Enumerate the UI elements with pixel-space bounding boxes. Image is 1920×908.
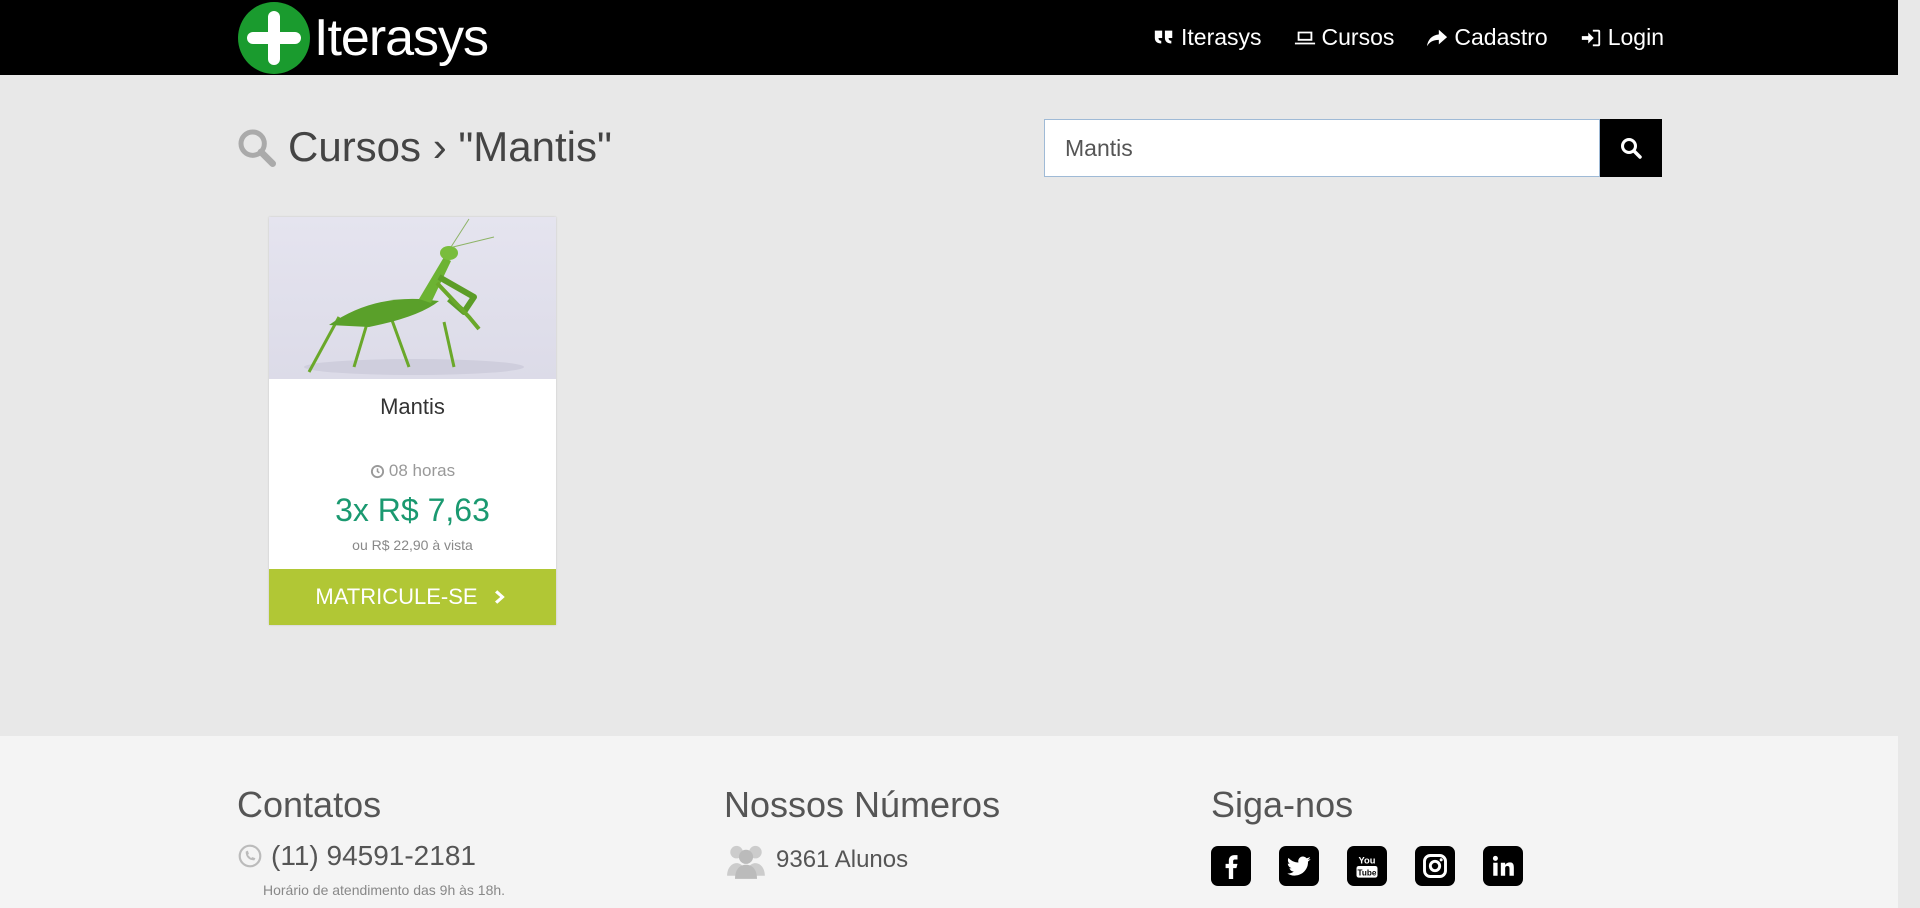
nav-item-label: Cadastro xyxy=(1454,24,1548,50)
laptop-icon xyxy=(1294,31,1315,44)
footer-social-heading: Siga-nos xyxy=(1211,784,1354,825)
search-button[interactable] xyxy=(1600,119,1662,177)
search-bar xyxy=(1044,119,1662,177)
footer-social: Siga-nos You Tube xyxy=(1211,784,1523,886)
course-cash-price: ou R$ 22,90 à vista xyxy=(352,537,473,553)
logo-cross-icon xyxy=(238,2,310,74)
footer-students: 9361 Alunos xyxy=(724,840,1000,880)
clock-icon xyxy=(370,464,384,478)
main-nav: Iterasys Cursos Cadastro Login xyxy=(1153,0,1664,75)
svg-text:Tube: Tube xyxy=(1358,868,1377,877)
footer-phone[interactable]: (11) 94591-2181 xyxy=(237,840,505,872)
logo[interactable]: Iterasys xyxy=(238,2,489,74)
quote-icon xyxy=(1154,30,1173,43)
svg-text:You: You xyxy=(1359,856,1376,866)
nav-item-login[interactable]: Login xyxy=(1580,24,1664,51)
page-title-text: Cursos › "Mantis" xyxy=(288,123,612,170)
footer-hours: Horário de atendimento das 9h às 18h. xyxy=(263,882,506,898)
nav-item-cursos[interactable]: Cursos xyxy=(1294,24,1395,51)
enroll-button[interactable]: MATRICULE-SE xyxy=(269,569,556,625)
facebook-icon[interactable] xyxy=(1211,846,1251,886)
page-title: Cursos › "Mantis" xyxy=(236,122,612,172)
course-title[interactable]: Mantis xyxy=(269,394,556,420)
instagram-icon[interactable] xyxy=(1415,846,1455,886)
footer-contacts: Contatos (11) 94591-2181 Horário de aten… xyxy=(237,784,505,898)
nav-item-cadastro[interactable]: Cadastro xyxy=(1426,24,1548,51)
nav-item-label: Cursos xyxy=(1321,24,1395,50)
footer-numbers: Nossos Números 9361 Alunos xyxy=(724,784,1000,880)
users-icon xyxy=(727,845,765,879)
mantis-illustration xyxy=(304,218,524,375)
course-installment-price: 3x R$ 7,63 xyxy=(335,492,490,528)
footer: Contatos (11) 94591-2181 Horário de aten… xyxy=(0,736,1898,908)
search-icon xyxy=(238,129,276,167)
enroll-button-label: MATRICULE-SE xyxy=(315,584,478,609)
chevron-right-icon xyxy=(494,590,505,604)
twitter-icon[interactable] xyxy=(1279,846,1319,886)
footer-numbers-heading: Nossos Números xyxy=(724,784,1001,825)
footer-phone-text: (11) 94591-2181 xyxy=(271,840,476,871)
page-scrollbar[interactable] xyxy=(1898,0,1920,908)
footer-contacts-heading: Contatos xyxy=(237,784,382,825)
social-links: You Tube xyxy=(1211,846,1523,886)
nav-item-label: Iterasys xyxy=(1181,24,1262,50)
sign-in-icon xyxy=(1581,29,1600,46)
linkedin-icon[interactable] xyxy=(1483,846,1523,886)
search-input[interactable] xyxy=(1044,119,1600,177)
course-image-mantis[interactable] xyxy=(269,217,556,379)
nav-item-iterasys[interactable]: Iterasys xyxy=(1153,24,1262,51)
youtube-icon[interactable]: You Tube xyxy=(1347,846,1387,886)
logo-text: Iterasys xyxy=(314,9,489,67)
whatsapp-icon xyxy=(238,844,262,868)
share-arrow-icon xyxy=(1427,29,1448,46)
course-duration-text: 08 horas xyxy=(388,461,456,480)
top-navbar: Iterasys Iterasys Cursos Cadastro Login xyxy=(0,0,1898,75)
course-card[interactable]: Mantis 08 horas 3x R$ 7,63 ou R$ 22,90 à… xyxy=(269,217,556,625)
nav-item-label: Login xyxy=(1607,24,1664,50)
course-duration: 08 horas xyxy=(269,461,556,481)
search-icon xyxy=(1621,138,1642,159)
footer-students-text: 9361 Alunos xyxy=(776,846,909,873)
